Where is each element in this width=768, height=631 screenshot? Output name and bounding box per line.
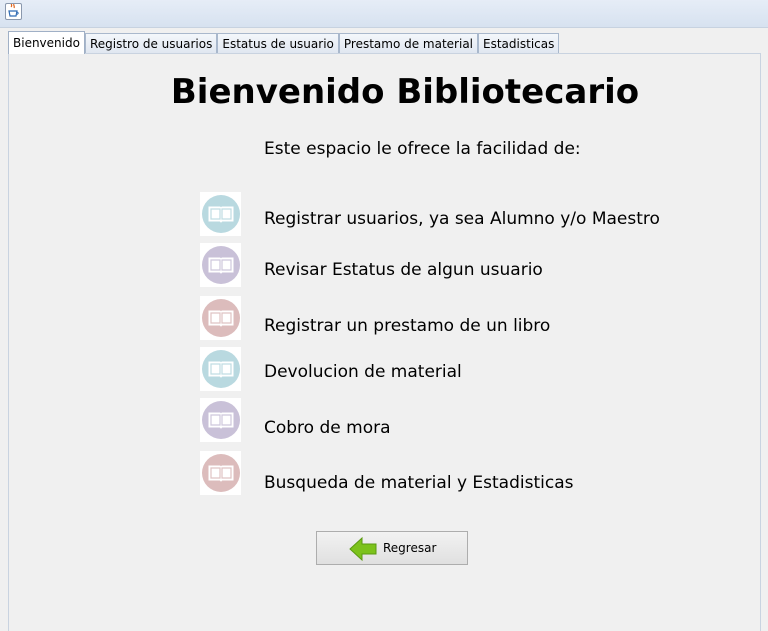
feature-label: Devolucion de material — [264, 362, 462, 382]
feature-item: Cobro de mora — [200, 398, 720, 442]
book-icon — [202, 401, 240, 439]
tab-estadisticas[interactable]: Estadisticas — [478, 33, 560, 54]
page-title: Bienvenido Bibliotecario — [170, 72, 640, 112]
page-subtitle: Este espacio le ofrece la facilidad de: — [264, 139, 581, 159]
arrow-left-icon — [349, 536, 377, 566]
window-titlebar — [0, 0, 768, 28]
regresar-button[interactable]: Regresar — [316, 531, 468, 565]
feature-label: Revisar Estatus de algun usuario — [264, 260, 543, 280]
tab-bar: Bienvenido Registro de usuarios Estatus … — [8, 31, 560, 54]
feature-item: Devolucion de material — [200, 347, 720, 391]
regresar-button-label: Regresar — [383, 541, 437, 555]
book-icon — [202, 454, 240, 492]
feature-item: Registrar un prestamo de un libro — [200, 296, 720, 340]
tab-registro-de-usuarios[interactable]: Registro de usuarios — [84, 33, 218, 54]
feature-item: Revisar Estatus de algun usuario — [200, 243, 720, 287]
book-icon — [202, 299, 240, 337]
tab-bienvenido[interactable]: Bienvenido — [8, 31, 85, 54]
feature-label: Registrar un prestamo de un libro — [264, 316, 551, 336]
tab-estatus-de-usuario[interactable]: Estatus de usuario — [217, 33, 339, 54]
feature-item: Busqueda de material y Estadisticas — [200, 451, 720, 495]
feature-label: Cobro de mora — [264, 418, 391, 438]
book-icon — [202, 246, 240, 284]
java-app-icon[interactable] — [5, 2, 22, 20]
book-icon — [202, 350, 240, 388]
feature-item: Registrar usuarios, ya sea Alumno y/o Ma… — [200, 192, 720, 236]
tab-prestamo-de-material[interactable]: Prestamo de material — [338, 33, 479, 54]
feature-label: Registrar usuarios, ya sea Alumno y/o Ma… — [264, 209, 660, 229]
book-icon — [202, 195, 240, 233]
feature-label: Busqueda de material y Estadisticas — [264, 473, 574, 493]
